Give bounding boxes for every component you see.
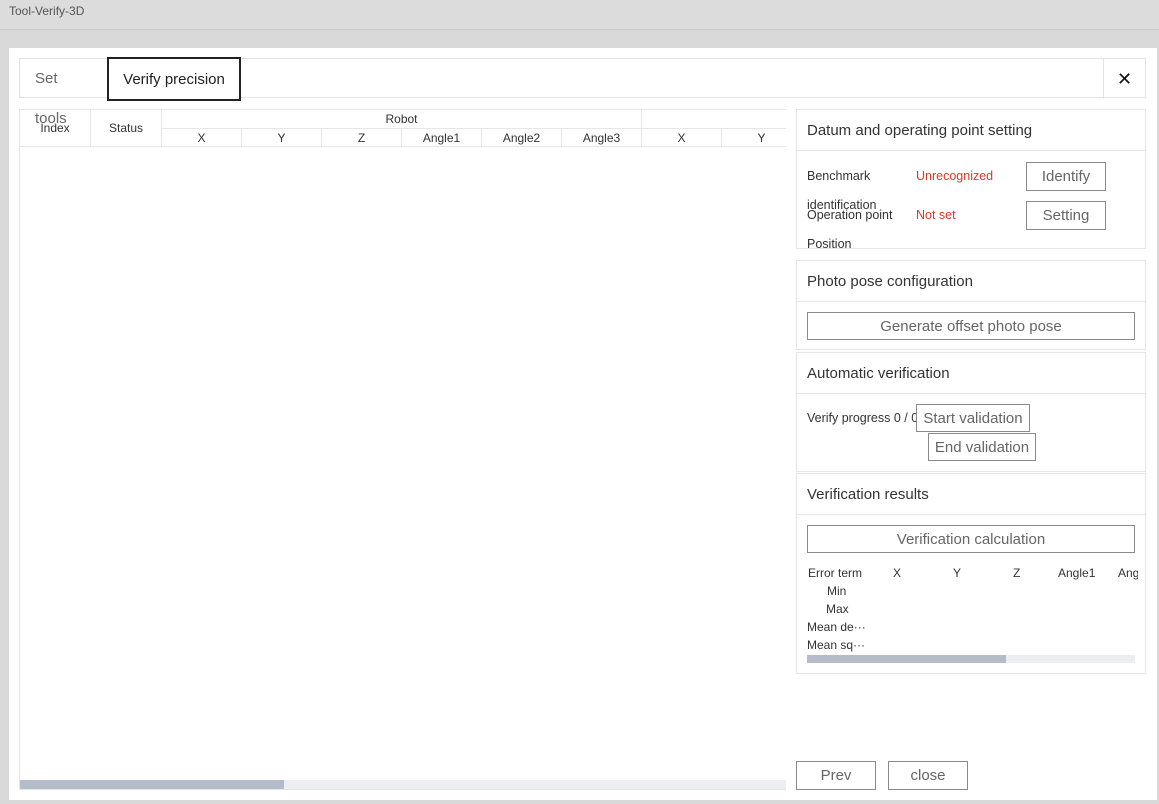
results-row-max: Max [826,602,849,616]
header-col-z: Z [322,129,402,147]
header-index: Index [20,110,91,147]
table-scroll-thumb[interactable] [20,780,284,789]
photo-pose-title: Photo pose configuration [797,261,1145,302]
window-titlebar: Tool-Verify-3D [0,0,1159,30]
verification-table: Index Status Robot X Y Z Angle1 Angle2 A… [19,109,786,790]
results-header-ang: Ang [1118,566,1138,580]
header-group-next [642,110,786,129]
identify-button[interactable]: Identify [1026,162,1106,191]
header-status: Status [91,110,162,147]
results-horizontal-scrollbar[interactable] [807,655,1135,663]
operation-point-status: Not set [916,208,956,222]
prev-button[interactable]: Prev [796,761,876,790]
operation-point-label-2: Position [807,237,852,251]
tab-set-tools[interactable]: Set tools [20,59,108,127]
verification-results-panel: Verification results Verification calcul… [796,473,1146,674]
results-header-x: X [893,566,902,580]
tab-verify-precision[interactable]: Verify precision [107,57,241,101]
results-scroll-thumb[interactable] [807,655,1006,663]
auto-verification-panel: Automatic verification Verify progress 0… [796,352,1146,472]
results-header-z: Z [1013,566,1021,580]
generate-offset-photo-pose-button[interactable]: Generate offset photo pose [807,312,1135,340]
close-icon[interactable]: ✕ [1103,59,1145,99]
results-row-mean-deviation: Mean de··· [807,620,866,634]
header-col-x: X [162,129,242,147]
window-title: Tool-Verify-3D [9,4,85,18]
results-header-angle1: Angle1 [1058,566,1096,580]
setting-button[interactable]: Setting [1026,201,1106,230]
auto-verification-title: Automatic verification [797,353,1145,394]
results-row-min: Min [827,584,847,598]
verification-calculation-button[interactable]: Verification calculation [807,525,1135,553]
table-horizontal-scrollbar[interactable] [20,780,786,789]
tab-bar: Set tools Verify precision ✕ [19,57,1146,127]
results-header-y: Y [953,566,962,580]
close-button[interactable]: close [888,761,968,790]
operation-point-label: Operation point [807,208,893,222]
header-col-x2: X [642,129,722,147]
header-col-angle2: Angle2 [482,129,562,147]
benchmark-status: Unrecognized [916,169,994,183]
photo-pose-panel: Photo pose configuration Generate offset… [796,260,1146,350]
header-col-y: Y [242,129,322,147]
header-col-angle3: Angle3 [562,129,642,147]
results-header-error-term: Error term [808,566,862,580]
benchmark-label: Benchmark [807,169,871,183]
header-col-y2: Y [722,129,786,147]
datum-panel: Datum and operating point setting Benchm… [796,109,1146,251]
header-group-robot: Robot [162,110,642,129]
header-col-angle1: Angle1 [402,129,482,147]
verification-results-title: Verification results [797,474,1145,515]
results-row-mean-square: Mean sq··· [807,638,866,652]
end-validation-button[interactable]: End validation [928,433,1036,461]
datum-panel-title: Datum and operating point setting [797,110,1145,151]
verify-progress-label: Verify progress 0 / 0 [807,411,919,425]
verify-dialog: Set tools Verify precision ✕ Index Statu… [9,48,1157,800]
start-validation-button[interactable]: Start validation [916,404,1030,432]
